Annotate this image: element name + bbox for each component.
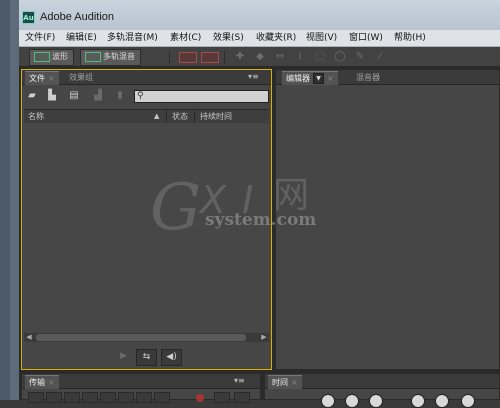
column-duration[interactable]: 持续时间 bbox=[200, 110, 232, 123]
play-button[interactable] bbox=[46, 392, 62, 403]
column-divider[interactable] bbox=[166, 110, 167, 123]
window-title: Adobe Audition bbox=[40, 11, 115, 23]
slip-tool-icon[interactable]: ↔ bbox=[273, 50, 287, 63]
scroll-right-icon[interactable]: ▶ bbox=[259, 333, 269, 342]
multitrack-icon bbox=[85, 52, 101, 62]
razor-tool-icon[interactable]: ◆ bbox=[253, 50, 267, 63]
zoom-out-amplitude-icon[interactable] bbox=[345, 394, 359, 408]
waveform-label: 波形 bbox=[52, 52, 68, 61]
time-panel-tab-strip: 时间 × bbox=[265, 374, 499, 389]
column-divider[interactable] bbox=[194, 110, 195, 123]
menu-view[interactable]: 视图(V) bbox=[306, 31, 337, 46]
panel-menu-icon[interactable]: ▾≡ bbox=[234, 376, 245, 386]
go-to-end-button[interactable] bbox=[154, 392, 170, 403]
forward-button[interactable] bbox=[118, 392, 134, 403]
tab-effects-rack[interactable]: 效果组 bbox=[65, 71, 97, 84]
close-icon[interactable]: × bbox=[327, 74, 334, 83]
transport-panel-tab-strip: 传输 × ▾≡ bbox=[22, 374, 260, 389]
rewind-button[interactable] bbox=[82, 392, 98, 403]
move-tool-icon[interactable]: ✚ bbox=[233, 50, 247, 63]
time-selection-icon[interactable]: I bbox=[293, 50, 307, 63]
toolbar: 波形 多轨混音 ✚ ◆ ↔ I ⬚ ◯ ✎ ⁄ bbox=[19, 47, 500, 67]
chevron-down-icon[interactable]: ▼ bbox=[313, 73, 324, 84]
tab-editor-label: 编辑器 bbox=[286, 74, 310, 83]
transport-panel: 传输 × ▾≡ bbox=[21, 373, 261, 403]
zoom-in-amplitude-icon[interactable] bbox=[321, 394, 335, 408]
scrollbar-thumb[interactable] bbox=[36, 334, 246, 341]
menu-edit[interactable]: 编辑(E) bbox=[66, 31, 97, 46]
menu-window[interactable]: 窗口(W) bbox=[349, 31, 383, 46]
spectral-frequency-icon[interactable] bbox=[179, 52, 197, 63]
open-folder-icon[interactable]: ▰ bbox=[26, 91, 38, 101]
delete-icon[interactable]: ▮ bbox=[114, 91, 126, 101]
column-name[interactable]: 名称 bbox=[28, 110, 44, 123]
tab-files-label: 文件 bbox=[29, 74, 45, 83]
zoom-in-time-icon[interactable] bbox=[369, 394, 383, 408]
play-icon[interactable]: ▶ bbox=[114, 349, 133, 364]
time-panel: 时间 × bbox=[264, 373, 500, 408]
menu-clip[interactable]: 素材(C) bbox=[170, 31, 201, 46]
files-panel-tab-strip: 文件 × 效果组 ▾≡ bbox=[22, 70, 271, 85]
tab-effects-rack-label: 效果组 bbox=[69, 73, 93, 82]
new-file-icon[interactable]: ▤ bbox=[68, 91, 80, 101]
tab-editor[interactable]: 编辑器 ▼ × bbox=[282, 71, 338, 85]
spectral-pitch-icon[interactable] bbox=[201, 52, 219, 63]
waveform-view-button[interactable]: 波形 bbox=[29, 49, 74, 66]
sort-ascending-icon[interactable]: ▲ bbox=[154, 110, 159, 123]
zoom-out-full-icon[interactable] bbox=[435, 394, 449, 408]
autoplay-icon[interactable]: ◀) bbox=[161, 349, 182, 366]
stop-button[interactable] bbox=[28, 392, 44, 403]
menu-multitrack[interactable]: 多轨混音(M) bbox=[107, 31, 158, 46]
brush-tool-icon[interactable]: ✎ bbox=[353, 50, 367, 63]
column-status[interactable]: 状态 bbox=[172, 110, 188, 123]
close-icon[interactable]: × bbox=[48, 74, 55, 83]
toolbar-separator bbox=[224, 51, 225, 63]
files-search-input[interactable]: ⚲ bbox=[134, 90, 269, 103]
files-horizontal-scrollbar[interactable]: ◀ ▶ bbox=[24, 333, 269, 342]
panel-menu-icon[interactable]: ▾≡ bbox=[248, 72, 259, 82]
spot-healing-icon[interactable]: ⁄ bbox=[373, 50, 387, 63]
files-column-header: 名称 ▲ 状态 持续时间 bbox=[24, 109, 269, 124]
skip-button[interactable] bbox=[234, 392, 250, 403]
watermark-domain: system.com bbox=[205, 210, 317, 230]
tab-transport[interactable]: 传输 × bbox=[25, 375, 59, 389]
tab-transport-label: 传输 bbox=[29, 378, 45, 387]
files-toolbar: ▰ ▙ ▤ ▟ ▮ ⚲ bbox=[22, 85, 271, 107]
marquee-tool-icon[interactable]: ⬚ bbox=[313, 50, 327, 63]
audition-app-icon: Au bbox=[22, 11, 35, 24]
files-preview-controls: ▶ ⇆ ◀) bbox=[22, 343, 271, 370]
fast-forward-button[interactable] bbox=[136, 392, 152, 403]
tab-mixer[interactable]: 混音器 bbox=[352, 71, 384, 84]
menu-bar: 文件(F) 编辑(E) 多轨混音(M) 素材(C) 效果(S) 收藏夹(R) 视… bbox=[19, 30, 500, 47]
close-icon[interactable]: × bbox=[48, 378, 55, 387]
menu-favorites[interactable]: 收藏夹(R) bbox=[256, 31, 296, 46]
insert-icon[interactable]: ▟ bbox=[92, 91, 104, 101]
menu-effects[interactable]: 效果(S) bbox=[213, 31, 244, 46]
loop-icon[interactable]: ⇆ bbox=[136, 349, 157, 366]
menu-file[interactable]: 文件(F) bbox=[25, 31, 55, 46]
tab-time[interactable]: 时间 × bbox=[268, 375, 302, 389]
waveform-icon bbox=[34, 52, 50, 62]
lasso-tool-icon[interactable]: ◯ bbox=[333, 50, 347, 63]
zoom-selection-icon[interactable] bbox=[461, 394, 475, 408]
tab-time-label: 时间 bbox=[272, 378, 288, 387]
pause-button[interactable] bbox=[64, 392, 80, 403]
multitrack-view-button[interactable]: 多轨混音 bbox=[80, 49, 141, 66]
close-icon[interactable]: × bbox=[291, 378, 298, 387]
editor-panel-tab-strip: 编辑器 ▼ × 混音器 bbox=[276, 70, 499, 85]
multitrack-label: 多轨混音 bbox=[103, 52, 135, 61]
window-left-edge-inner bbox=[10, 0, 19, 400]
loop-button[interactable] bbox=[214, 392, 230, 403]
scroll-left-icon[interactable]: ◀ bbox=[24, 333, 34, 342]
toolbar-separator bbox=[169, 51, 170, 63]
tab-mixer-label: 混音器 bbox=[356, 73, 380, 82]
back-button[interactable] bbox=[100, 392, 116, 403]
zoom-out-time-icon[interactable] bbox=[411, 394, 425, 408]
menu-help[interactable]: 帮助(H) bbox=[394, 31, 426, 46]
import-icon[interactable]: ▙ bbox=[46, 91, 58, 101]
search-icon: ⚲ bbox=[137, 91, 144, 101]
tab-files[interactable]: 文件 × bbox=[25, 71, 59, 85]
watermark-logo-g: G bbox=[150, 171, 202, 245]
record-icon[interactable] bbox=[196, 394, 204, 402]
